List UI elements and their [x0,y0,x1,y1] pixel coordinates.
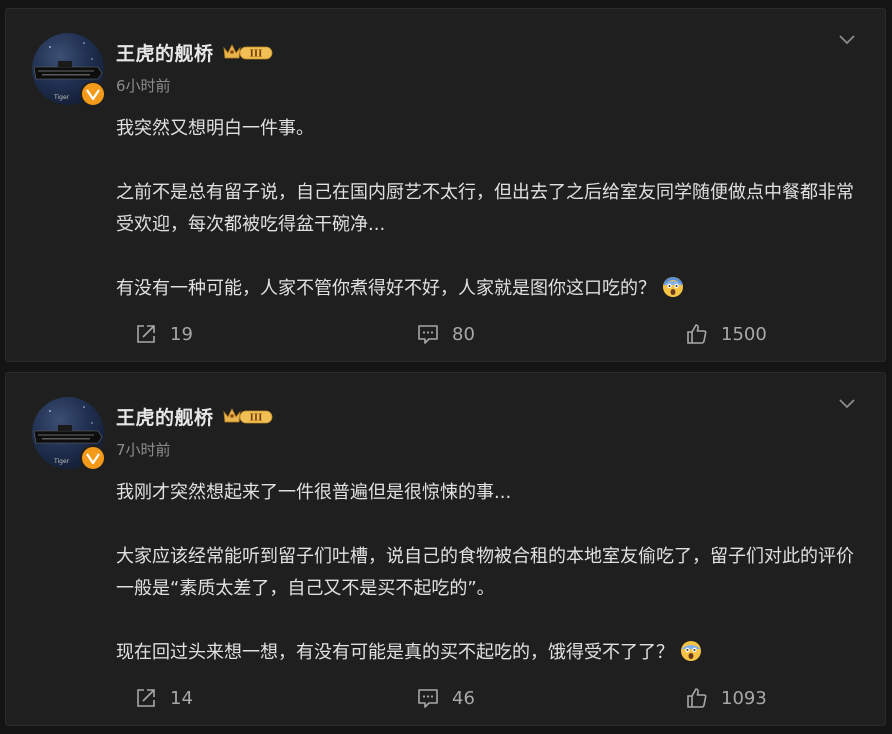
crown-level-icon[interactable]: III [222,405,274,427]
comment-button[interactable]: 80 [416,317,475,351]
crown-level-icon[interactable]: III [222,41,274,63]
post-paragraph-text: 有没有一种可能，人家不管你煮得好不好，人家就是图你这口吃的？ [116,278,656,299]
username[interactable]: 王虎的舰桥 [116,39,214,66]
post-body: 我刚才突然想起来了一件很普遍但是很惊悚的事... 大家应该经常能听到留子们吐槽，… [116,477,871,669]
share-count: 19 [170,323,193,345]
post-card: Tiger 王虎的舰桥 III 6小时前 我突然又想明白一件事。 之前不是总有留… [5,8,886,362]
comment-icon [416,686,440,710]
scared-face-emoji [662,276,684,298]
level-text: III [249,50,262,60]
thumbs-up-icon [685,322,709,346]
post-paragraph: 之前不是总有留子说，自己在国内厨艺不太行，但出去了之后给室友同学随便做点中餐都非… [116,182,854,235]
like-count: 1093 [721,687,767,709]
share-button[interactable]: 19 [134,317,193,351]
username[interactable]: 王虎的舰桥 [116,403,214,430]
comment-count: 46 [452,687,475,709]
share-icon [134,322,158,346]
post-paragraph: 现在回过头来想一想，有没有可能是真的买不起吃的，饿得受不了了？ [116,637,871,669]
level-text: III [249,414,262,424]
comment-button[interactable]: 46 [416,681,475,715]
comment-icon [416,322,440,346]
avatar-caption: Tiger [53,458,70,465]
verified-v-icon [80,81,106,107]
like-count: 1500 [721,323,767,345]
chevron-down-icon[interactable] [837,395,857,411]
post-body: 我突然又想明白一件事。 之前不是总有留子说，自己在国内厨艺不太行，但出去了之后给… [116,113,871,305]
thumbs-up-icon [685,686,709,710]
post-paragraph: 我刚才突然想起来了一件很普遍但是很惊悚的事... [116,482,512,503]
like-button[interactable]: 1500 [685,317,767,351]
post-paragraph-text: 现在回过头来想一想，有没有可能是真的买不起吃的，饿得受不了了？ [116,642,674,663]
post-paragraph: 有没有一种可能，人家不管你煮得好不好，人家就是图你这口吃的？ [116,273,871,305]
post-timestamp[interactable]: 7小时前 [116,439,171,460]
post-paragraph: 大家应该经常能听到留子们吐槽，说自己的食物被合租的本地室友偷吃了，留子们对此的评… [116,546,854,599]
post-paragraph: 我突然又想明白一件事。 [116,118,314,139]
share-button[interactable]: 14 [134,681,193,715]
share-icon [134,686,158,710]
scared-face-emoji [680,640,702,662]
share-count: 14 [170,687,193,709]
avatar-caption: Tiger [53,94,70,101]
verified-v-icon [80,445,106,471]
post-timestamp[interactable]: 6小时前 [116,75,171,96]
post-card: Tiger 王虎的舰桥 III 7小时前 我刚才突然想起来了一件很普遍但是很惊悚… [5,372,886,726]
chevron-down-icon[interactable] [837,31,857,47]
comment-count: 80 [452,323,475,345]
like-button[interactable]: 1093 [685,681,767,715]
